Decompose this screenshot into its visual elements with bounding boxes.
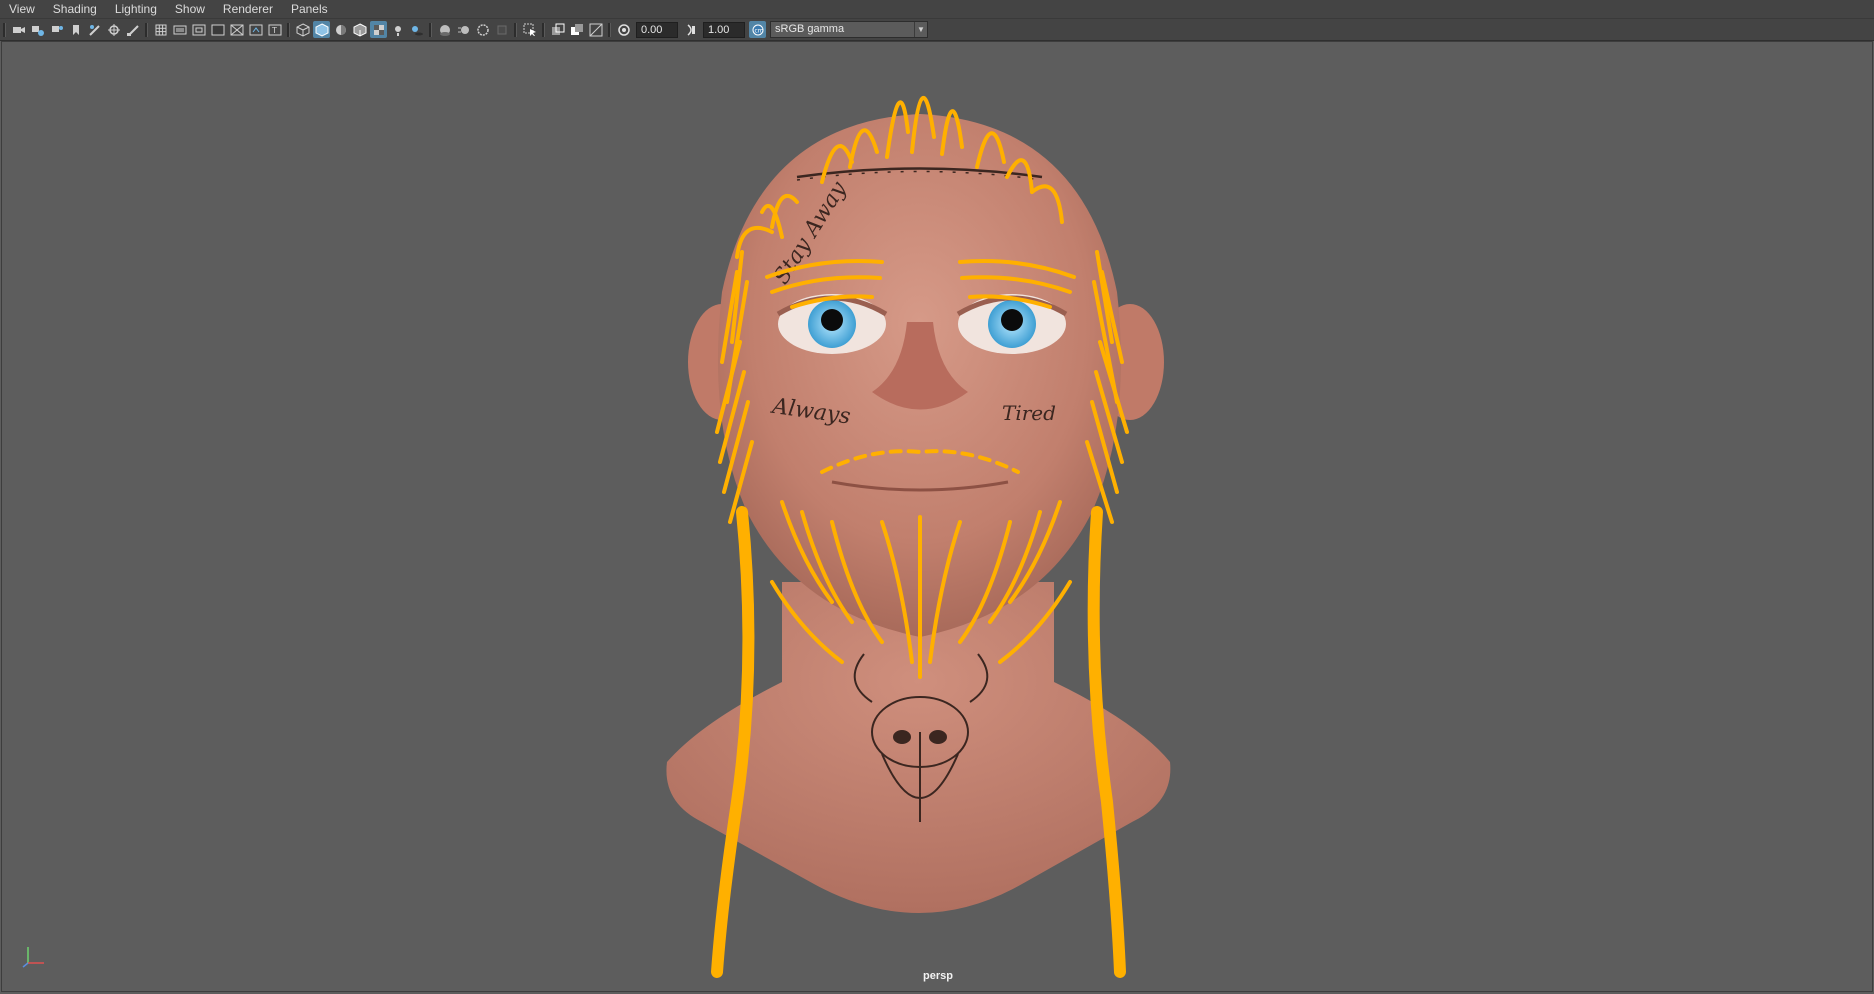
right-cheek-tattoo: Tired xyxy=(1002,401,1056,425)
svg-text:cm: cm xyxy=(754,27,763,34)
toolbar-separator xyxy=(287,22,290,37)
perspective-viewport[interactable]: Stay Away Always Tired persp xyxy=(1,41,1873,992)
axis-gizmo xyxy=(22,947,44,968)
smooth-shade-icon[interactable] xyxy=(313,21,330,38)
gamma-icon[interactable] xyxy=(682,21,699,38)
panel-menubar: View Shading Lighting Show Renderer Pane… xyxy=(0,0,1874,19)
lights-icon[interactable] xyxy=(389,21,406,38)
scene-canvas[interactable]: Stay Away Always Tired xyxy=(2,42,1873,992)
bookmark-icon[interactable] xyxy=(48,21,65,38)
resolution-gate-icon[interactable] xyxy=(190,21,207,38)
camera-name-label: persp xyxy=(923,970,953,982)
anti-aliasing-icon[interactable] xyxy=(474,21,491,38)
wireframe-on-shaded-icon[interactable] xyxy=(351,21,368,38)
paint-icon[interactable] xyxy=(124,21,141,38)
default-material-icon[interactable] xyxy=(332,21,349,38)
camera-icon[interactable] xyxy=(10,21,27,38)
toolbar-separator xyxy=(542,22,545,37)
maya-viewport-window: View Shading Lighting Show Renderer Pane… xyxy=(0,0,1874,994)
xray-joints-icon[interactable] xyxy=(568,21,585,38)
view-transform-dropdown[interactable]: sRGB gamma ▼ xyxy=(770,21,928,38)
exposure-icon[interactable] xyxy=(615,21,632,38)
field-chart-icon[interactable] xyxy=(228,21,245,38)
motion-blur-icon[interactable] xyxy=(455,21,472,38)
toolbar-separator xyxy=(3,22,6,37)
textured-icon[interactable] xyxy=(370,21,387,38)
toolbar-separator xyxy=(145,22,148,37)
image-plane-icon[interactable] xyxy=(67,21,84,38)
gamma-field[interactable]: 1.00 xyxy=(703,21,745,38)
isolate-select-icon[interactable] xyxy=(521,21,538,38)
menu-renderer[interactable]: Renderer xyxy=(214,0,282,18)
menu-show[interactable]: Show xyxy=(166,0,214,18)
exposure-field[interactable]: 0.00 xyxy=(636,21,678,38)
menu-panels[interactable]: Panels xyxy=(282,0,337,18)
film-gate-icon[interactable] xyxy=(171,21,188,38)
camera-attributes-icon[interactable] xyxy=(29,21,46,38)
menu-lighting[interactable]: Lighting xyxy=(106,0,166,18)
xray-components-icon[interactable] xyxy=(587,21,604,38)
ambient-occlusion-icon[interactable] xyxy=(436,21,453,38)
safe-action-icon[interactable] xyxy=(247,21,264,38)
panel-toolbar: T 0.00 1.00 cm sRGB gamma ▼ xyxy=(0,19,1874,41)
toolbar-separator xyxy=(429,22,432,37)
shadows-icon[interactable] xyxy=(408,21,425,38)
menu-shading[interactable]: Shading xyxy=(44,0,106,18)
chevron-down-icon[interactable]: ▼ xyxy=(914,22,927,37)
xray-icon[interactable] xyxy=(549,21,566,38)
menu-view[interactable]: View xyxy=(0,0,44,18)
gate-mask-icon[interactable] xyxy=(209,21,226,38)
grease-pencil-icon[interactable] xyxy=(86,21,103,38)
2d-pan-icon[interactable] xyxy=(105,21,122,38)
depth-of-field-icon[interactable] xyxy=(493,21,510,38)
safe-title-icon[interactable]: T xyxy=(266,21,283,38)
view-transform-value: sRGB gamma xyxy=(775,23,845,35)
grid-icon[interactable] xyxy=(152,21,169,38)
svg-text:T: T xyxy=(271,26,277,35)
wireframe-icon[interactable] xyxy=(294,21,311,38)
color-management-icon[interactable]: cm xyxy=(749,21,766,38)
toolbar-separator xyxy=(514,22,517,37)
toolbar-separator xyxy=(608,22,611,37)
